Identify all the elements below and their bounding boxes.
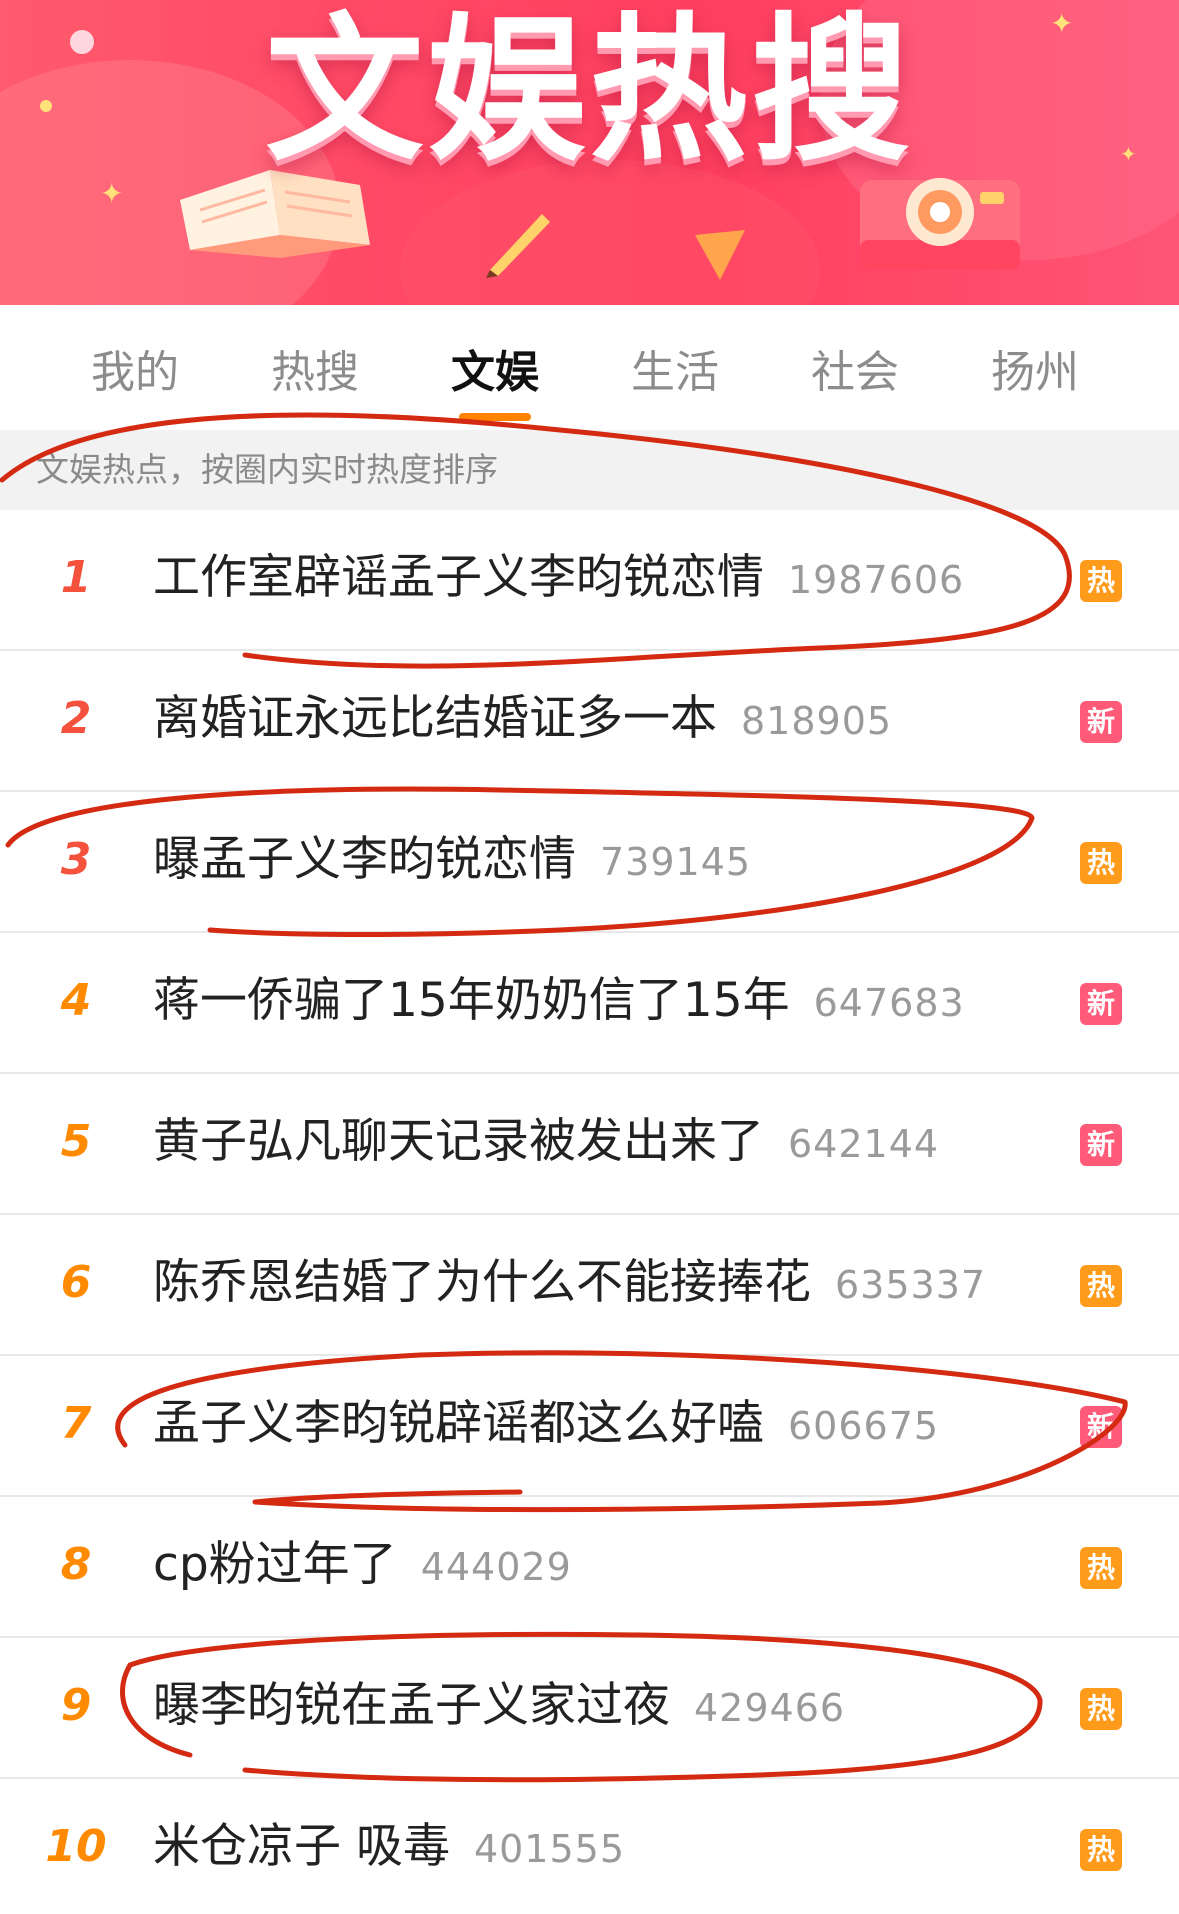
sparkle-icon: ✦ <box>100 177 124 210</box>
heat-count: 401555 <box>473 1827 626 1871</box>
rank-number: 2 <box>60 693 92 744</box>
heat-count: 739145 <box>600 840 752 884</box>
rank-number: 6 <box>60 1257 92 1308</box>
triangle-icon <box>695 230 745 280</box>
section-description-text: 文娱热点，按圈内实时热度排序 <box>36 450 498 489</box>
heat-count: 1987606 <box>788 558 965 602</box>
trending-item-7[interactable]: 7 孟子义李昀锐辟谣都这么好嗑 606675 新 <box>0 1356 1179 1497</box>
active-tab-indicator <box>459 413 531 421</box>
tab-life[interactable]: 生活 <box>585 345 765 401</box>
new-badge: 新 <box>1080 983 1122 1025</box>
heat-count: 606675 <box>788 1404 940 1448</box>
trending-title[interactable]: 离婚证永远比结婚证多一本 818905 <box>153 687 892 753</box>
trending-title[interactable]: cp粉过年了 444029 <box>153 1533 572 1599</box>
section-description: 文娱热点，按圈内实时热度排序 <box>0 430 1179 510</box>
heat-count: 635337 <box>835 1263 987 1307</box>
banner-title: 文娱热搜 <box>265 0 914 183</box>
rank-number: 4 <box>60 975 92 1026</box>
tab-hot-search[interactable]: 热搜 <box>225 345 405 401</box>
heat-count: 444029 <box>420 1545 572 1589</box>
rank-number: 5 <box>60 1116 92 1167</box>
new-badge: 新 <box>1080 1124 1122 1166</box>
tab-mine[interactable]: 我的 <box>45 345 225 401</box>
trending-item-1[interactable]: 1 工作室辟谣孟子义李昀锐恋情 1987606 热 <box>0 510 1179 651</box>
category-tabs: 我的 热搜 文娱 生活 社会 扬州 <box>0 305 1179 430</box>
trending-item-10[interactable]: 10 米仓凉子 吸毒 401555 热 <box>0 1779 1179 1914</box>
hot-badge: 热 <box>1080 842 1122 884</box>
rank-number: 3 <box>60 834 92 885</box>
heat-count: 429466 <box>694 1686 846 1730</box>
tab-yangzhou[interactable]: 扬州 <box>945 345 1125 401</box>
heat-count: 642144 <box>788 1122 940 1166</box>
rank-number: 9 <box>60 1680 92 1731</box>
trending-item-9[interactable]: 9 曝李昀锐在孟子义家过夜 429466 热 <box>0 1638 1179 1779</box>
hot-badge: 热 <box>1080 1829 1122 1871</box>
trending-item-2[interactable]: 2 离婚证永远比结婚证多一本 818905 新 <box>0 651 1179 792</box>
trending-title[interactable]: 曝李昀锐在孟子义家过夜 429466 <box>153 1674 845 1740</box>
trending-title[interactable]: 黄子弘凡聊天记录被发出来了 642144 <box>153 1110 939 1176</box>
rank-number: 8 <box>60 1539 92 1590</box>
rank-number: 10 <box>45 1821 107 1872</box>
trending-item-3[interactable]: 3 曝孟子义李昀锐恋情 739145 热 <box>0 792 1179 933</box>
banner: ✦ ✦ ✦ 文娱热搜 <box>0 0 1179 305</box>
hot-badge: 热 <box>1080 1547 1122 1589</box>
trending-title[interactable]: 陈乔恩结婚了为什么不能接捧花 635337 <box>153 1251 986 1317</box>
trending-title[interactable]: 蒋一侨骗了15年奶奶信了15年 647683 <box>153 969 965 1035</box>
hot-badge: 热 <box>1080 1688 1122 1730</box>
trending-item-5[interactable]: 5 黄子弘凡聊天记录被发出来了 642144 新 <box>0 1074 1179 1215</box>
trending-title[interactable]: 工作室辟谣孟子义李昀锐恋情 1987606 <box>153 546 964 612</box>
hot-badge: 热 <box>1080 1265 1122 1307</box>
trending-title[interactable]: 孟子义李昀锐辟谣都这么好嗑 606675 <box>153 1392 939 1458</box>
heat-count: 818905 <box>741 699 893 743</box>
tab-society[interactable]: 社会 <box>765 345 945 401</box>
trending-item-4[interactable]: 4 蒋一侨骗了15年奶奶信了15年 647683 新 <box>0 933 1179 1074</box>
rank-number: 7 <box>60 1398 92 1449</box>
rank-number: 1 <box>60 552 92 603</box>
new-badge: 新 <box>1080 1406 1122 1448</box>
pencil-icon <box>486 214 550 278</box>
trending-item-6[interactable]: 6 陈乔恩结婚了为什么不能接捧花 635337 热 <box>0 1215 1179 1356</box>
trending-list: 1 工作室辟谣孟子义李昀锐恋情 1987606 热 2 离婚证永远比结婚证多一本 8… <box>0 510 1179 1914</box>
hot-badge: 热 <box>1080 560 1122 602</box>
tab-entertainment[interactable]: 文娱 <box>405 345 585 401</box>
new-badge: 新 <box>1080 701 1122 743</box>
trending-item-8[interactable]: 8 cp粉过年了 444029 热 <box>0 1497 1179 1638</box>
trending-title[interactable]: 曝孟子义李昀锐恋情 739145 <box>153 828 751 894</box>
heat-count: 647683 <box>813 981 965 1025</box>
trending-title[interactable]: 米仓凉子 吸毒 401555 <box>153 1815 625 1881</box>
